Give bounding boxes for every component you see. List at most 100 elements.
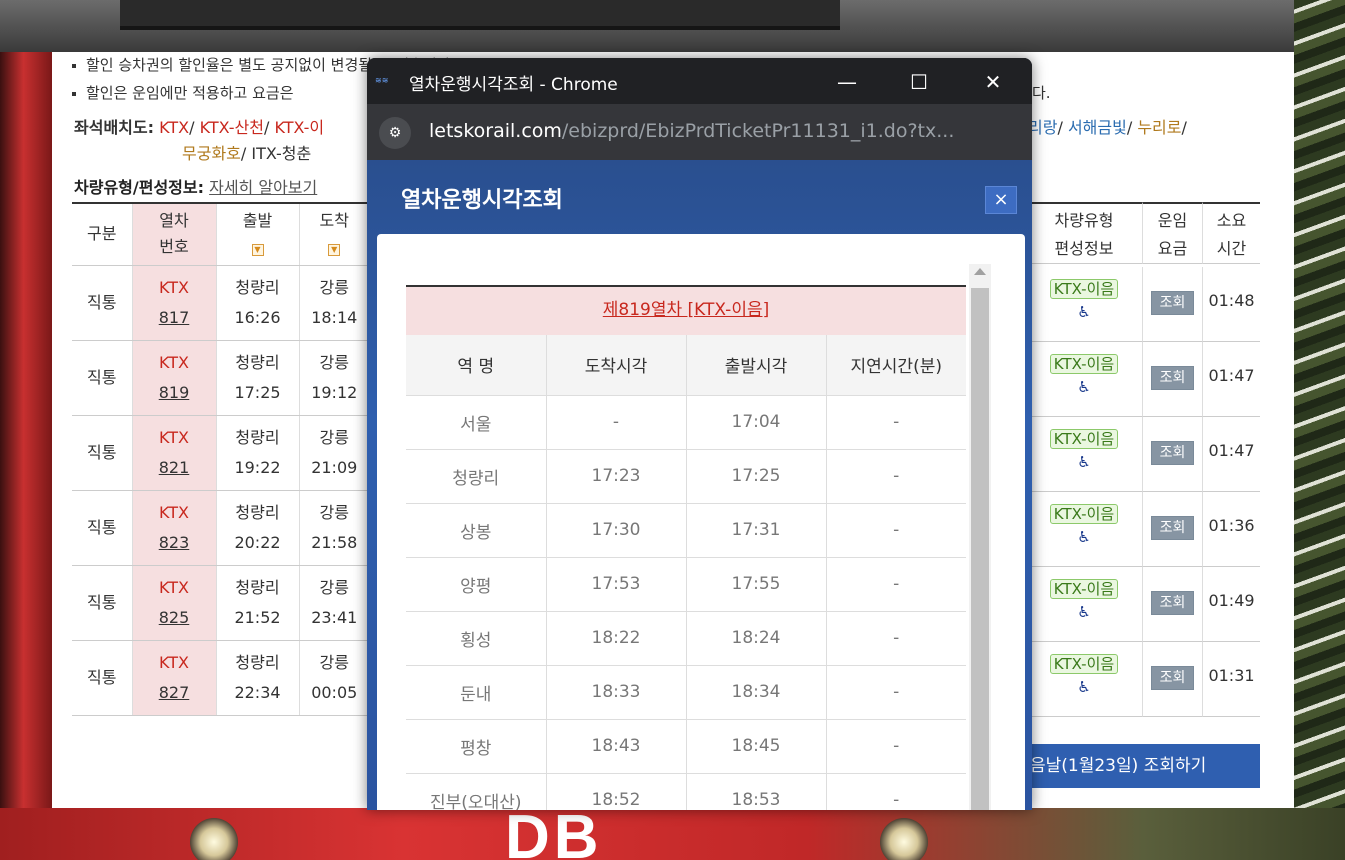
row-duration: 01:36 [1202, 492, 1260, 567]
stop-delay: - [826, 719, 966, 774]
stop-departure: 17:04 [686, 395, 827, 450]
duration-text: 01:31 [1208, 666, 1255, 685]
seat-map-links-line2: 무궁화호/ ITX-청춘 [182, 144, 312, 163]
wheelchair-icon: ♿ [1077, 528, 1091, 546]
fare-lookup-button[interactable]: 조회 [1151, 441, 1194, 465]
stop-arrival: 18:43 [546, 719, 687, 774]
notice-line: 할인은 운임에만 적용하고 요금은 [72, 82, 294, 103]
seat-link-seohae[interactable]: 서해금빛 [1068, 118, 1127, 137]
row-departure: 청량리 20:22 [216, 490, 300, 566]
minimize-icon[interactable]: — [817, 64, 877, 100]
vehicle-info-label: 차량유형/편성정보: [74, 178, 205, 197]
scroll-thumb[interactable] [971, 288, 989, 810]
row-departure: 청량리 22:34 [216, 640, 300, 716]
seat-link-ktx-ieum[interactable]: KTX-이 [274, 118, 324, 137]
close-icon[interactable]: ✕ [963, 64, 1023, 100]
row-arrival: 강릉 21:09 [299, 415, 369, 491]
row-vehicle: KTX-이음 ♿ [1026, 492, 1142, 567]
stop-station: 둔내 [406, 665, 547, 720]
tune-icon[interactable]: ⚙ [379, 117, 411, 149]
fare-lookup-button[interactable]: 조회 [1151, 516, 1194, 540]
duration-text: 01:36 [1208, 516, 1255, 535]
seat-link-itx[interactable]: ITX-청춘 [251, 144, 311, 163]
wallpaper-right [1294, 0, 1345, 860]
train-schedule-link[interactable]: 제819열차 [KTX-이음] [603, 300, 769, 320]
train-number-link[interactable]: 821 [159, 458, 190, 477]
stop-delay: - [826, 773, 966, 810]
vehicle-info-link[interactable]: 자세히 알아보기 [209, 178, 317, 197]
seat-link-nuriro[interactable]: 누리로 [1137, 118, 1181, 137]
train-lamp [190, 818, 238, 860]
row-fare: 조회 [1142, 417, 1202, 492]
sort-dropdown-icon[interactable]: ▼ [251, 244, 264, 257]
train-number-link[interactable]: 819 [159, 383, 190, 402]
scrollbar[interactable] [969, 264, 991, 810]
stop-station: 평창 [406, 719, 547, 774]
row-duration: 01:31 [1202, 642, 1260, 717]
header-arrival: 도착 ▼ [299, 202, 369, 266]
train-number-link[interactable]: 827 [159, 683, 190, 702]
col-arrival: 도착시각 [546, 335, 687, 396]
stop-station: 서울 [406, 395, 547, 450]
vehicle-badge: KTX-이음 [1049, 504, 1119, 524]
row-type: 직통 [72, 265, 132, 341]
seat-link-ktx[interactable]: KTX [159, 118, 189, 137]
schedule-row: 양평 17:53 17:55- [406, 557, 966, 612]
train-lamp [880, 818, 928, 860]
row-arrival: 강릉 00:05 [299, 640, 369, 716]
popup-close-icon[interactable]: × [985, 186, 1017, 214]
schedule-panel: 제819열차 [KTX-이음] 역 명 도착시각 출발시각 지연시간(분) 서울… [377, 234, 1025, 810]
wallpaper-top [0, 0, 1345, 52]
row-departure: 청량리 16:26 [216, 265, 300, 341]
stop-delay: - [826, 503, 966, 558]
wheelchair-icon: ♿ [1077, 678, 1091, 696]
stop-station: 양평 [406, 557, 547, 612]
stop-arrival: 18:52 [546, 773, 687, 810]
korail-favicon-icon: ≋≋ [375, 76, 389, 85]
row-train-no[interactable]: KTX 823 [131, 490, 217, 566]
row-departure: 청량리 19:22 [216, 415, 300, 491]
seat-link-ktx-sancheon[interactable]: KTX-산천 [200, 118, 264, 137]
row-type: 직통 [72, 490, 132, 566]
row-train-no[interactable]: KTX 827 [131, 640, 217, 716]
fare-lookup-button[interactable]: 조회 [1151, 666, 1194, 690]
maximize-icon[interactable]: ☐ [889, 64, 949, 100]
fare-lookup-button[interactable]: 조회 [1151, 591, 1194, 615]
scroll-up-icon[interactable] [974, 268, 986, 275]
row-train-no[interactable]: KTX 819 [131, 340, 217, 416]
header-train-no: 열차 번호 [131, 202, 217, 266]
seat-link-mugunghwa[interactable]: 무궁화호 [182, 144, 241, 163]
address-bar[interactable]: ⚙ letskorail.com/ebizprd/EbizPrdTicketPr… [367, 104, 1032, 160]
table-row: 직통 KTX 817 청량리 16:26 강릉 18:14 [72, 265, 369, 341]
row-arrival: 강릉 21:58 [299, 490, 369, 566]
row-train-no[interactable]: KTX 825 [131, 565, 217, 641]
wallpaper-window [120, 0, 840, 30]
stop-station: 횡성 [406, 611, 547, 666]
stop-arrival: 18:22 [546, 611, 687, 666]
stop-delay: - [826, 611, 966, 666]
next-day-button[interactable]: 음날(1월23일) 조회하기 [1026, 744, 1260, 788]
notice-line-tail: 다. [1032, 84, 1051, 102]
train-number-link[interactable]: 817 [159, 308, 190, 327]
vehicle-badge: KTX-이음 [1049, 429, 1119, 449]
row-fare: 조회 [1142, 642, 1202, 717]
fare-lookup-button[interactable]: 조회 [1151, 366, 1194, 390]
train-number-link[interactable]: 823 [159, 533, 190, 552]
row-fare: 조회 [1142, 492, 1202, 567]
window-titlebar: ≋≋ 열차운행시각조회 - Chrome — ☐ ✕ [367, 58, 1032, 104]
row-train-no[interactable]: KTX 821 [131, 415, 217, 491]
train-number-link[interactable]: 825 [159, 608, 190, 627]
row-train-no[interactable]: KTX 817 [131, 265, 217, 341]
url-text[interactable]: letskorail.com/ebizprd/EbizPrdTicketPr11… [429, 120, 954, 142]
schedule-row: 평창 18:43 18:45- [406, 719, 966, 774]
vehicle-badge: KTX-이음 [1049, 654, 1119, 674]
seat-link-arirang[interactable]: 리랑 [1028, 118, 1057, 137]
row-vehicle: KTX-이음 ♿ [1026, 567, 1142, 642]
stop-arrival: - [546, 395, 687, 450]
stop-delay: - [826, 449, 966, 504]
sort-dropdown-icon[interactable]: ▼ [328, 244, 341, 257]
db-logo: DB [505, 803, 603, 860]
row-type: 직통 [72, 340, 132, 416]
fare-lookup-button[interactable]: 조회 [1151, 291, 1194, 315]
duration-text: 01:48 [1208, 291, 1255, 310]
